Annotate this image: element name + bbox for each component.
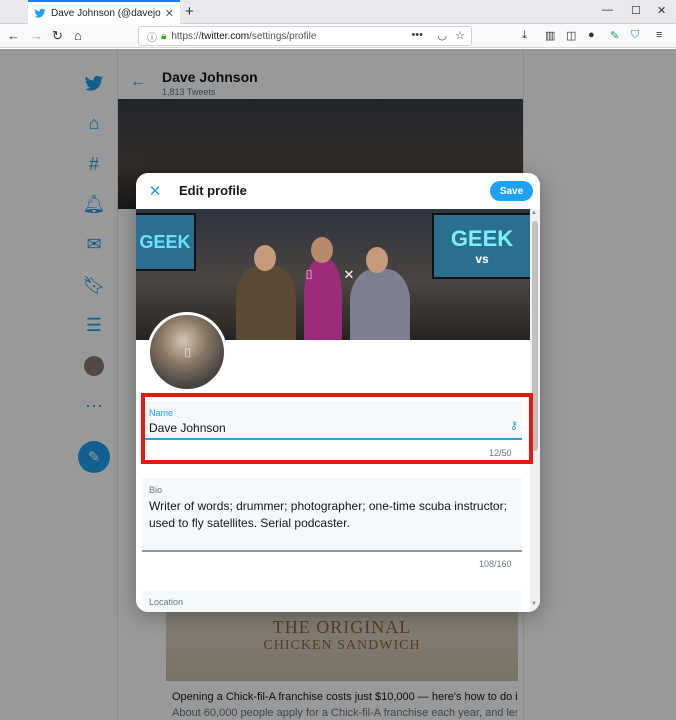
scroll-down-icon[interactable]: ▼ (531, 601, 537, 607)
banner-head-3 (366, 247, 388, 273)
location-field[interactable]: Location (142, 591, 522, 612)
profile-avatar[interactable]: ⌷ (147, 312, 227, 392)
url-text: https://twitter.com/settings/profile (171, 30, 317, 42)
bio-label: Bio (149, 485, 163, 495)
location-label: Location (149, 597, 184, 607)
camera-icon[interactable]: ⌷ (300, 266, 318, 284)
name-field-highlight (141, 393, 533, 464)
browser-tab[interactable]: Dave Johnson (@davejoh) / Tw ✕ (28, 0, 180, 24)
back-icon[interactable]: ← (7, 28, 20, 44)
shield-icon[interactable]: ⛉ (631, 29, 639, 42)
bio-input[interactable]: Writer of words; drummer; photographer; … (149, 498, 509, 532)
banner-person-3 (350, 269, 410, 340)
bio-char-count: 108/160 (479, 559, 512, 569)
banner-screen-right: GEEK vs (432, 213, 530, 279)
close-icon[interactable]: ✕ (146, 182, 164, 200)
account-icon[interactable]: ● (588, 29, 595, 41)
banner-head-1 (254, 245, 276, 271)
modal-header: ✕ Edit profile Save (136, 173, 540, 209)
menu-icon[interactable]: ≡ (656, 29, 662, 41)
url-bar[interactable]: ⓘ 🔒︎ https://twitter.com/settings/profil… (138, 26, 472, 46)
banner-screen-left: GEEK (136, 213, 196, 271)
remove-banner-icon[interactable]: ✕ (340, 266, 358, 284)
window-close-icon[interactable]: ✕ (657, 4, 666, 17)
pocket-icon[interactable]: ◡ (437, 29, 447, 42)
library-icon[interactable]: ▥ (545, 29, 555, 42)
page-actions-icon[interactable]: ••• (411, 29, 423, 41)
banner-head-2 (311, 237, 333, 263)
twitter-favicon-icon (34, 8, 46, 18)
home-icon[interactable]: ⌂ (74, 28, 82, 44)
scroll-up-icon[interactable]: ▲ (531, 210, 537, 216)
modal-title: Edit profile (179, 183, 247, 198)
minimize-icon[interactable]: — (602, 4, 613, 16)
save-button[interactable]: Save (490, 181, 533, 201)
sidebar-icon[interactable]: ◫ (566, 29, 576, 42)
tab-close-icon[interactable]: ✕ (165, 7, 174, 20)
bio-field[interactable]: Bio Writer of words; drummer; photograph… (142, 478, 522, 552)
banner-person-1 (236, 265, 296, 340)
reload-icon[interactable]: ↻ (52, 28, 63, 44)
new-tab-icon[interactable]: + (185, 3, 194, 20)
maximize-icon[interactable]: ☐ (631, 4, 641, 17)
browser-nav-bar: ← → ↻ ⌂ ⓘ 🔒︎ https://twitter.com/setting… (0, 24, 676, 48)
bookmark-star-icon[interactable]: ☆ (455, 29, 465, 42)
downloads-icon[interactable]: ⤓ (522, 29, 527, 42)
tab-title: Dave Johnson (@davejoh) / Tw (51, 7, 161, 19)
avatar-camera-icon[interactable]: ⌷ (179, 344, 197, 362)
forward-icon[interactable]: → (30, 28, 43, 44)
info-icon[interactable]: ⓘ (147, 29, 157, 44)
extension-icon[interactable]: ✎ (610, 29, 619, 42)
lock-icon: 🔒︎ (161, 30, 167, 42)
browser-tab-bar: Dave Johnson (@davejoh) / Tw ✕ + — ☐ ✕ (0, 0, 676, 24)
